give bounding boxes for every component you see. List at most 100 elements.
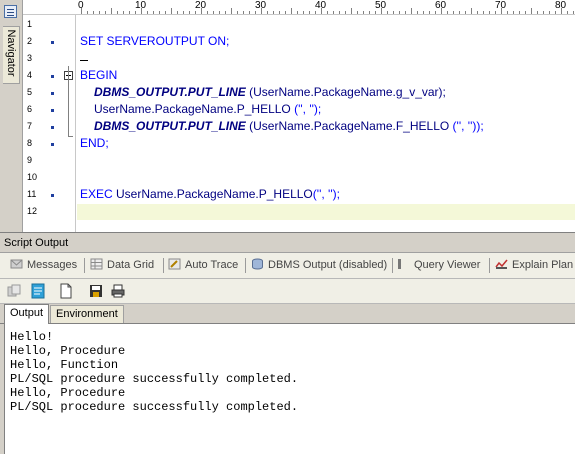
- tab-output[interactable]: Output: [4, 304, 50, 324]
- line-number: 9: [27, 155, 33, 165]
- ruler-tick: [537, 11, 538, 14]
- line-number: 7: [27, 121, 33, 131]
- ruler-tick: [399, 11, 400, 14]
- ruler-tick: [285, 11, 286, 14]
- navigator-tab[interactable]: Navigator: [3, 26, 20, 84]
- grid-icon: [90, 258, 103, 270]
- line-number: 1: [27, 19, 33, 29]
- ruler-tick: [369, 11, 370, 14]
- f-hello-call: (UserName.PackageName.F_HELLO: [245, 119, 453, 133]
- tab-query-viewer[interactable]: Query Viewer: [398, 257, 480, 274]
- print-icon[interactable]: [110, 283, 126, 299]
- dbms-icon: [251, 258, 264, 270]
- put-line-args: (UserName.PackageName.g_v_var);: [245, 85, 446, 99]
- tab-separator: [84, 258, 85, 273]
- exec-keyword: EXEC: [80, 187, 117, 201]
- ruler-tick: [351, 8, 352, 14]
- query-icon: [398, 259, 401, 269]
- ruler-tick: [453, 11, 454, 14]
- ruler-tick: [531, 8, 532, 14]
- copy-icon[interactable]: [6, 283, 22, 299]
- ruler-tick: [525, 11, 526, 14]
- line-number: 12: [27, 206, 38, 216]
- ruler-tick: [327, 11, 328, 14]
- ruler-tick: [279, 11, 280, 14]
- ruler-tick: [561, 8, 562, 14]
- tab-label: Data Grid: [107, 259, 155, 271]
- ruler-tick: [141, 8, 142, 14]
- line-number: 5: [27, 87, 33, 97]
- line-number: 3: [27, 53, 33, 63]
- output-subtabs: Output Environment: [0, 304, 575, 324]
- line-number: 2: [27, 36, 33, 46]
- output-line: PL/SQL procedure successfully completed.: [10, 400, 299, 414]
- ruler-tick: [387, 11, 388, 14]
- ruler-tick: [471, 8, 472, 14]
- script-output-header: Script Output: [0, 235, 575, 253]
- tab-label: Auto Trace: [185, 259, 239, 271]
- ruler-tick: [333, 11, 334, 14]
- tab-data-grid[interactable]: Data Grid: [90, 257, 154, 274]
- line-number: 4: [27, 70, 33, 80]
- ruler-tick: [363, 11, 364, 14]
- messages-icon: [10, 258, 23, 270]
- ruler-tick: [507, 11, 508, 14]
- ruler-tick: [459, 11, 460, 14]
- tab-auto-trace[interactable]: Auto Trace: [168, 257, 238, 274]
- tab-label: Query Viewer: [414, 259, 481, 271]
- output-line: PL/SQL procedure successfully completed.: [10, 372, 299, 386]
- ruler-tick: [483, 11, 484, 14]
- ruler-tick: [219, 11, 220, 14]
- ruler-tick: [441, 8, 442, 14]
- ruler-tick: [225, 11, 226, 14]
- trace-icon: [168, 258, 181, 270]
- ruler-tick: [477, 11, 478, 14]
- navigator-icon[interactable]: [4, 5, 17, 18]
- tab-messages[interactable]: Messages: [10, 257, 77, 274]
- column-ruler: 0 10 20 30 40 50 60 70 80: [23, 0, 575, 15]
- paste-script-icon[interactable]: [30, 283, 46, 299]
- ruler-tick: [213, 11, 214, 14]
- f-hello-args: ('', ''));: [452, 119, 484, 133]
- ruler-tick: [231, 8, 232, 14]
- ruler-tick: [543, 11, 544, 14]
- ruler-tick: [261, 8, 262, 14]
- script-output-text[interactable]: Hello! Hello, Procedure Hello, Function …: [4, 324, 575, 454]
- ruler-tick: [315, 11, 316, 14]
- ruler-tick: [135, 11, 136, 14]
- ruler-tick: [189, 11, 190, 14]
- ruler-tick: [207, 11, 208, 14]
- ruler-tick: [93, 11, 94, 14]
- ruler-tick: [519, 11, 520, 14]
- output-line: Hello!: [10, 330, 54, 344]
- code-line-5: DBMS_OUTPUT.PUT_LINE (UserName.PackageNa…: [94, 85, 446, 99]
- ruler-tick: [303, 11, 304, 14]
- ruler-tick: [321, 8, 322, 14]
- tab-dbms-output[interactable]: DBMS Output (disabled): [251, 257, 387, 274]
- new-page-icon[interactable]: [58, 283, 74, 299]
- ruler-tick: [573, 11, 574, 14]
- tab-environment[interactable]: Environment: [50, 305, 124, 323]
- tab-explain-plan[interactable]: Explain Plan: [495, 257, 573, 274]
- ruler-tick: [105, 11, 106, 14]
- code-line-6: UserName.PackageName.P_HELLO ('', '');: [94, 102, 321, 116]
- ruler-tick: [237, 11, 238, 14]
- ruler-tick: [267, 11, 268, 14]
- ruler-tick: [183, 11, 184, 14]
- put-line-call: DBMS_OUTPUT.PUT_LINE: [94, 119, 246, 133]
- ruler-tick: [147, 11, 148, 14]
- ruler-tick: [81, 8, 82, 14]
- code-area[interactable]: SET SERVEROUTPUT ON; BEGIN DBMS_OUTPUT.P…: [77, 15, 575, 232]
- statement-marker: [51, 143, 54, 146]
- ruler-tick: [297, 11, 298, 14]
- ruler-tick: [411, 8, 412, 14]
- ruler-tick: [165, 11, 166, 14]
- sql-editor[interactable]: 0 10 20 30 40 50 60 70 80 1 2 3 4 5 6 7 …: [23, 0, 575, 232]
- ruler-tick: [375, 11, 376, 14]
- tab-label: DBMS Output (disabled): [268, 259, 388, 271]
- ruler-tick: [381, 8, 382, 14]
- ruler-tick: [357, 11, 358, 14]
- ruler-tick: [429, 11, 430, 14]
- save-icon[interactable]: [88, 283, 104, 299]
- ruler-tick: [513, 11, 514, 14]
